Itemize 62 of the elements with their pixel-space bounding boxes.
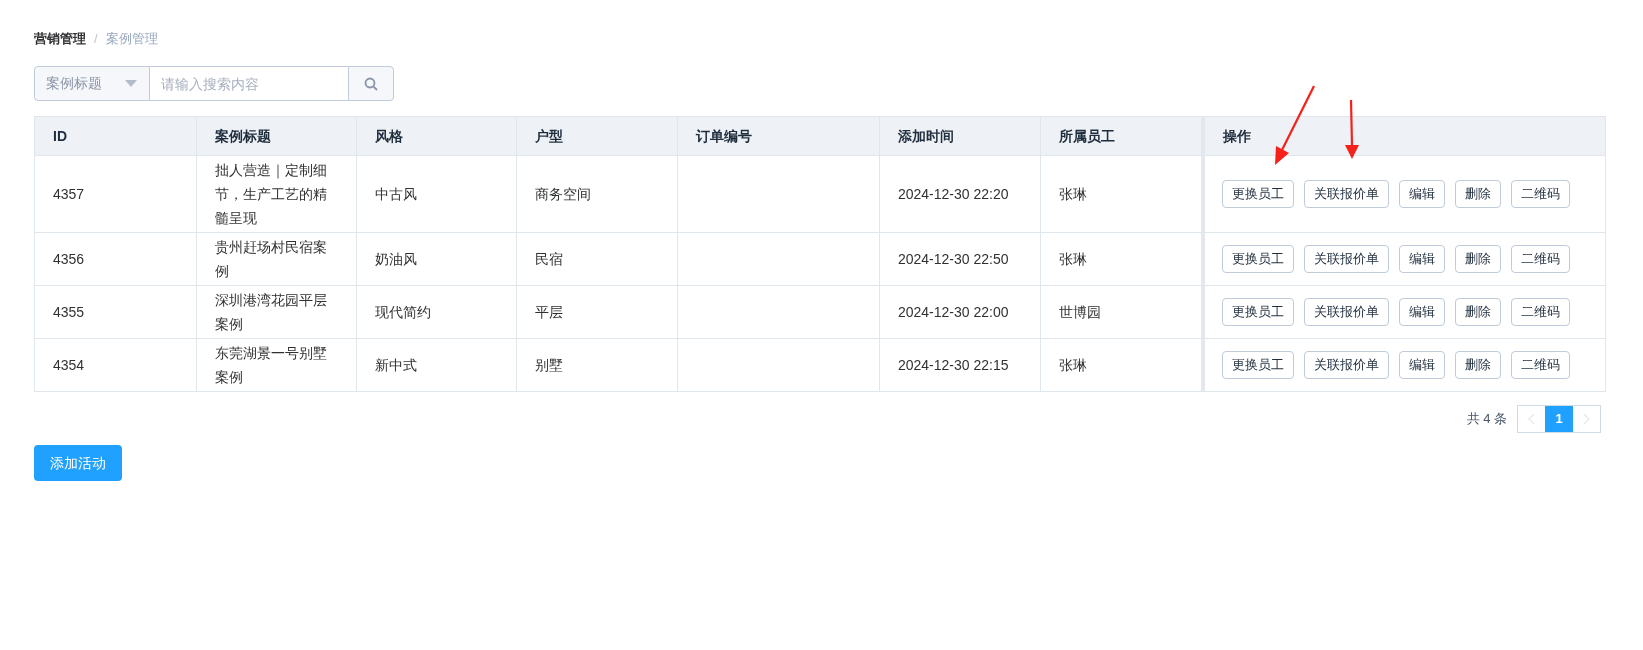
breadcrumb-item[interactable]: 营销管理 — [34, 29, 86, 49]
column-header: 订单编号 — [678, 117, 880, 155]
column-header: 添加时间 — [879, 117, 1041, 155]
action-button[interactable]: 删除 — [1454, 351, 1501, 379]
column-header: 户型 — [517, 117, 679, 155]
action-button[interactable]: 编辑 — [1398, 351, 1445, 379]
search-icon — [364, 76, 378, 91]
column-header: 所属员工 — [1057, 126, 1116, 146]
table-cell-text: 东莞湖景一号别墅案例 — [214, 344, 328, 387]
table-cell-text: 深圳港湾花园平层案例 — [214, 291, 328, 334]
table-cell-text: 4355 — [53, 302, 85, 322]
action-button[interactable]: 删除 — [1454, 245, 1501, 273]
table-cell-text: 2024-12-30 22:20 — [897, 184, 1009, 204]
action-button[interactable]: 关联报价单 — [1303, 298, 1389, 326]
table-cell-text: 中古风 — [374, 184, 417, 204]
table-cell-text: 4357 — [53, 184, 85, 204]
action-button[interactable]: 更换员工 — [1221, 245, 1294, 273]
action-button[interactable]: 编辑 — [1398, 180, 1445, 208]
action-button[interactable]: 关联报价单 — [1303, 245, 1389, 273]
annotation-arrow — [1345, 99, 1359, 159]
table-cell-text: 2024-12-30 22:00 — [897, 302, 1009, 322]
action-button[interactable]: 更换员工 — [1221, 298, 1294, 326]
table-cell-text: 民宿 — [535, 249, 564, 269]
table-cell-text: 新中式 — [374, 355, 417, 375]
column-header: ID — [35, 117, 197, 155]
table-cell-text: 贵州赶场村民宿案例 — [214, 238, 328, 281]
caret-icon — [125, 80, 137, 87]
table-cell-text: 别墅 — [535, 355, 564, 375]
table-cell-text: 张琳 — [1058, 249, 1087, 269]
table-cell-text: 张琳 — [1058, 184, 1087, 204]
breadcrumb-separator: / — [94, 30, 98, 49]
table-cell-text: 现代简约 — [374, 302, 431, 322]
table-cell-text: 世博园 — [1058, 302, 1101, 322]
table-cell-text: 2024-12-30 22:50 — [897, 249, 1009, 269]
table-cell-text: 奶油风 — [374, 249, 417, 269]
action-button[interactable]: 二维码 — [1510, 351, 1570, 379]
table-cell-text: 2024-12-30 22:15 — [897, 355, 1009, 375]
total-count: 共 4 条 — [1466, 410, 1507, 429]
column-header: 风格 — [356, 117, 518, 155]
table-cell-text: 张琳 — [1058, 355, 1087, 375]
action-button[interactable]: 编辑 — [1398, 298, 1445, 326]
table-cell-text: 拙人营造｜定制细节，生产工艺的精髓呈现 — [214, 161, 328, 228]
action-button[interactable]: 删除 — [1454, 298, 1501, 326]
action-button[interactable]: 编辑 — [1398, 245, 1445, 273]
action-button[interactable]: 更换员工 — [1221, 180, 1294, 208]
table-cell-text: 4354 — [53, 355, 85, 375]
action-button[interactable]: 删除 — [1454, 180, 1501, 208]
action-button[interactable]: 关联报价单 — [1303, 351, 1389, 379]
action-button[interactable]: 二维码 — [1510, 180, 1570, 208]
action-button[interactable]: 二维码 — [1510, 245, 1570, 273]
breadcrumb-item: 案例管理 — [105, 30, 158, 49]
table-cell-text: 4356 — [53, 249, 85, 269]
table-cell-text: 平层 — [535, 302, 564, 322]
search-button[interactable] — [348, 66, 394, 101]
column-header: 案例标题 — [196, 117, 357, 155]
chevron-left-icon — [1528, 413, 1535, 425]
search-field[interactable]: 请输入搜索内容 — [150, 66, 348, 101]
action-button[interactable]: 二维码 — [1510, 298, 1570, 326]
chevron-right-icon — [1583, 413, 1590, 425]
action-button[interactable]: 更换员工 — [1221, 351, 1294, 379]
action-button[interactable]: 关联报价单 — [1303, 180, 1389, 208]
table-cell-text: 商务空间 — [535, 184, 592, 204]
